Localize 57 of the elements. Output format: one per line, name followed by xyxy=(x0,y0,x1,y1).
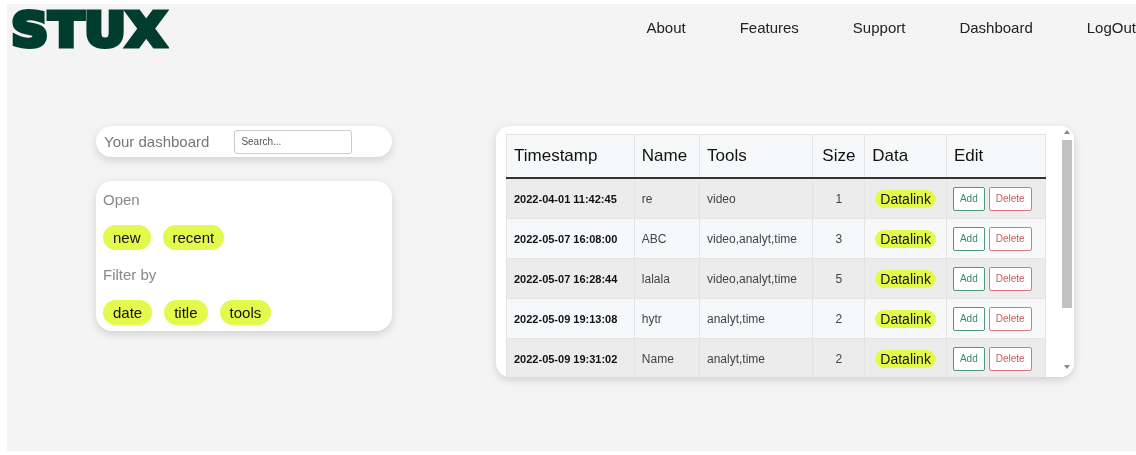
table-cell: hytr xyxy=(634,298,700,339)
add-button[interactable]: Add xyxy=(952,306,985,331)
filter-chip[interactable]: title xyxy=(164,300,208,325)
table-cell: 1 xyxy=(812,178,865,219)
filter-chip[interactable]: tools xyxy=(219,300,272,325)
nav-link[interactable]: Dashboard xyxy=(959,19,1033,36)
nav-link[interactable]: About xyxy=(646,19,686,36)
filter-heading: Filter by xyxy=(103,266,158,285)
table-cell: analyt,time xyxy=(699,338,813,377)
filter-chip[interactable]: recent xyxy=(162,225,225,250)
table-cell: ABC xyxy=(634,218,700,259)
column-header: Tools xyxy=(699,134,813,178)
delete-button[interactable]: Delete xyxy=(988,306,1032,331)
data-link[interactable]: Datalink xyxy=(875,309,936,328)
table-cell: Name xyxy=(634,338,700,377)
search-field[interactable]: Search... xyxy=(234,129,353,154)
column-header: Timestamp xyxy=(506,134,635,178)
column-header: Edit xyxy=(946,134,1046,178)
delete-button[interactable]: Delete xyxy=(988,226,1032,251)
table-cell: 2022-05-07 16:08:00 xyxy=(506,218,635,259)
add-button[interactable]: Add xyxy=(952,226,985,251)
data-link[interactable]: Datalink xyxy=(875,269,936,288)
nav-link[interactable]: Support xyxy=(852,19,906,36)
dashboard-title: Your dashboard xyxy=(104,133,210,150)
filter-chip[interactable]: date xyxy=(103,300,153,325)
table-cell: video xyxy=(699,178,813,219)
data-link[interactable]: Datalink xyxy=(875,189,936,208)
table-cell: 3 xyxy=(812,218,865,259)
column-header: Data xyxy=(864,134,947,178)
delete-button[interactable]: Delete xyxy=(988,186,1032,211)
column-header: Size xyxy=(812,134,865,178)
nav-link[interactable]: Features xyxy=(739,19,799,36)
data-link[interactable]: Datalink xyxy=(875,229,936,248)
table-cell: analyt,time xyxy=(699,298,813,339)
delete-button[interactable]: Delete xyxy=(988,346,1032,371)
table-cell: 2 xyxy=(812,338,865,377)
table-cell: 2022-04-01 11:42:45 xyxy=(506,178,635,219)
logo: STUX xyxy=(10,4,167,56)
delete-button[interactable]: Delete xyxy=(988,266,1032,291)
table-cell: 2022-05-09 19:13:08 xyxy=(506,298,635,339)
data-link[interactable]: Datalink xyxy=(875,349,936,368)
column-header: Name xyxy=(634,134,700,178)
add-button[interactable]: Add xyxy=(952,266,985,291)
filter-chip[interactable]: new xyxy=(103,225,151,250)
table-cell: re xyxy=(634,178,700,219)
table-cell: 2 xyxy=(812,298,865,339)
scrollbar[interactable] xyxy=(1060,126,1074,377)
table-cell: 2022-05-07 16:28:44 xyxy=(506,258,635,299)
add-button[interactable]: Add xyxy=(952,346,985,371)
table-cell: lalala xyxy=(634,258,700,299)
table-cell: video,analyt,time xyxy=(699,258,813,299)
nav-link[interactable]: LogOut xyxy=(1086,19,1136,36)
table-cell: video,analyt,time xyxy=(699,218,813,259)
table-cell: 5 xyxy=(812,258,865,299)
filter-heading: Open xyxy=(103,191,141,210)
table-cell: 2022-05-09 19:31:02 xyxy=(506,338,635,377)
add-button[interactable]: Add xyxy=(952,186,985,211)
